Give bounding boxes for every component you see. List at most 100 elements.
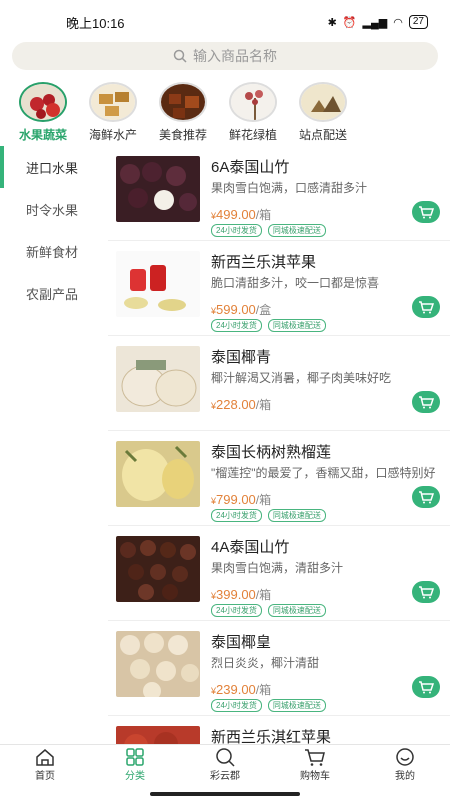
category-thumbnail: [89, 82, 137, 122]
product-description: 果肉雪白饱满，清甜多汁: [211, 561, 344, 575]
tab-category[interactable]: 分类: [90, 745, 180, 784]
category-thumbnail: [299, 82, 347, 122]
add-to-cart-button[interactable]: [412, 581, 440, 603]
signal-icon: ▂▄▆: [362, 16, 388, 29]
bluetooth-icon: ✱: [327, 16, 337, 29]
product-item[interactable]: 6A泰国山竹 果肉雪白饱满，口感清甜多汁 ¥499.00/箱 24小时发货 同城极…: [108, 146, 450, 241]
tag-local-express: 同城极速配送: [267, 319, 326, 332]
wifi-icon: ◠: [393, 16, 403, 29]
category-label: 水果蔬菜: [18, 128, 67, 142]
product-item[interactable]: 泰国椰青 椰汁解渴又消暑，椰子肉美味好吃 ¥228.00/箱: [108, 336, 450, 431]
add-to-cart-button[interactable]: [412, 296, 440, 318]
product-description: "榴莲控"的最爱了，香糯又甜，口感特别好: [211, 466, 436, 480]
alarm-icon: ⏰: [342, 16, 357, 29]
product-price: ¥599.00/盒: [211, 301, 271, 318]
product-image: [116, 726, 200, 744]
category-label: 鲜花绿植: [228, 128, 277, 142]
product-name: 6A泰国山竹: [211, 159, 290, 176]
tag-24h-shipping: 24小时发货: [211, 509, 262, 522]
product-tags: 24小时发货 同城极速配送: [211, 604, 326, 617]
home-indicator[interactable]: [150, 792, 300, 796]
category-seafood[interactable]: 海鲜水产: [78, 82, 148, 144]
product-name: 泰国椰皇: [211, 634, 272, 651]
tab-label: 首页: [35, 771, 55, 782]
cart-icon: [419, 681, 434, 694]
price-unit: /箱: [255, 398, 272, 412]
product-image: [116, 441, 200, 507]
product-item[interactable]: 泰国长柄树熟榴莲 "榴莲控"的最爱了，香糯又甜，口感特别好 ¥799.00/箱 …: [108, 431, 450, 526]
price-value: 799.00: [216, 492, 256, 507]
product-item[interactable]: 泰国椰皇 烈日炎炎，椰汁清甜 ¥239.00/箱 24小时发货 同城极速配送: [108, 621, 450, 716]
product-image: [116, 631, 200, 697]
battery-icon: 27: [408, 15, 428, 29]
tab-label: 购物车: [300, 771, 330, 782]
tab-profile[interactable]: 我的: [360, 745, 450, 784]
tag-24h-shipping: 24小时发货: [211, 224, 262, 237]
add-to-cart-button[interactable]: [412, 676, 440, 698]
category-thumbnail: [159, 82, 207, 122]
home-icon: [36, 749, 54, 766]
add-to-cart-button[interactable]: [412, 486, 440, 508]
tab-caiyunjun[interactable]: 彩云郡: [180, 745, 270, 784]
category-flowers[interactable]: 鲜花绿植: [218, 82, 288, 144]
tag-local-express: 同城极速配送: [267, 699, 326, 712]
price-unit: /箱: [255, 588, 272, 602]
status-icons: ✱ ⏰ ▂▄▆ ◠ 27: [328, 15, 428, 29]
tab-label: 彩云郡: [210, 771, 240, 782]
product-price: ¥399.00/箱: [211, 586, 271, 603]
product-tags: 24小时发货 同城极速配送: [211, 509, 326, 522]
status-time: 晚上10:16: [66, 15, 125, 31]
search-bar[interactable]: 输入商品名称: [12, 42, 438, 70]
product-tags: 24小时发货 同城极速配送: [211, 699, 326, 712]
category-label: 美食推荐: [158, 128, 207, 142]
category-thumbnail: [229, 82, 277, 122]
cart-icon: [419, 491, 434, 504]
sidebar-item-fresh-ingredients[interactable]: 新鲜食材: [0, 230, 108, 272]
category-label: 站点配送: [298, 128, 347, 142]
category-food[interactable]: 美食推荐: [148, 82, 218, 144]
product-image: [116, 156, 200, 222]
search-placeholder: 输入商品名称: [193, 48, 277, 64]
product-description: 果肉雪白饱满，口感清甜多汁: [211, 181, 368, 195]
product-image: [116, 251, 200, 317]
product-list: 6A泰国山竹 果肉雪白饱满，口感清甜多汁 ¥499.00/箱 24小时发货 同城极…: [108, 146, 450, 744]
cart-icon: [419, 396, 434, 409]
price-unit: /箱: [255, 493, 272, 507]
price-unit: /箱: [255, 208, 272, 222]
tab-cart[interactable]: 购物车: [270, 745, 360, 784]
search-icon: [173, 49, 187, 63]
category-label: 海鲜水产: [88, 128, 137, 142]
price-unit: /箱: [255, 683, 272, 697]
product-price: ¥799.00/箱: [211, 491, 271, 508]
product-name: 新西兰乐淇红苹果: [211, 729, 332, 744]
tag-24h-shipping: 24小时发货: [211, 319, 262, 332]
status-bar: 晚上10:16 ✱ ⏰ ▂▄▆ ◠ 27: [0, 0, 450, 44]
product-price: ¥239.00/箱: [211, 681, 271, 698]
product-name: 4A泰国山竹: [211, 539, 290, 556]
product-item[interactable]: 4A泰国山竹 果肉雪白饱满，清甜多汁 ¥399.00/箱 24小时发货 同城极速配…: [108, 526, 450, 621]
product-image: [116, 536, 200, 602]
price-value: 499.00: [216, 207, 256, 222]
add-to-cart-button[interactable]: [412, 201, 440, 223]
sidebar-item-seasonal-fruit[interactable]: 时令水果: [0, 188, 108, 230]
sidebar-item-imported-fruit[interactable]: 进口水果: [0, 146, 108, 188]
tag-local-express: 同城极速配送: [267, 224, 326, 237]
product-tags: 24小时发货 同城极速配送: [211, 224, 326, 237]
price-value: 599.00: [216, 302, 256, 317]
category-fruit-veg[interactable]: 水果蔬菜: [8, 82, 78, 144]
tab-home[interactable]: 首页: [0, 745, 90, 784]
tag-24h-shipping: 24小时发货: [211, 604, 262, 617]
bottom-tab-bar: 首页 分类 彩云郡 购物车 我的: [0, 744, 450, 784]
smile-icon: [396, 748, 414, 766]
tag-local-express: 同城极速配送: [267, 604, 326, 617]
product-price: ¥228.00/箱: [211, 396, 271, 413]
product-item[interactable]: 新西兰乐淇红苹果: [108, 716, 450, 744]
product-price: ¥499.00/箱: [211, 206, 271, 223]
product-item[interactable]: 新西兰乐淇苹果 脆口清甜多汁，咬一口都是惊喜 ¥599.00/盒 24小时发货同…: [108, 241, 450, 336]
price-value: 228.00: [216, 397, 256, 412]
price-value: 239.00: [216, 682, 256, 697]
sidebar-item-farm-products[interactable]: 农副产品: [0, 272, 108, 314]
product-name: 新西兰乐淇苹果: [211, 254, 317, 271]
category-delivery[interactable]: 站点配送: [288, 82, 358, 144]
add-to-cart-button[interactable]: [412, 391, 440, 413]
